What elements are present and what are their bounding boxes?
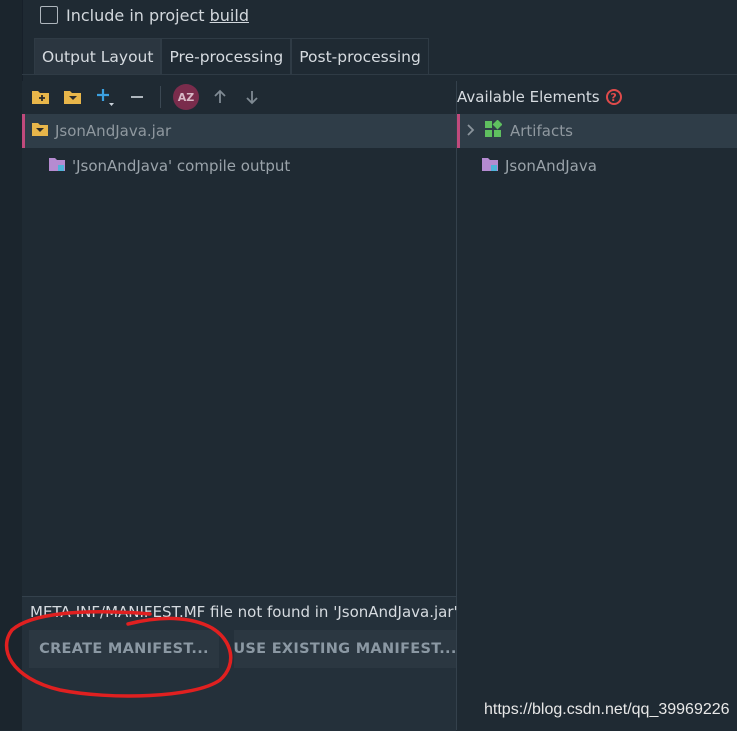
include-in-build-label: Include in project build [66, 5, 249, 25]
module-folder-icon [481, 156, 499, 176]
layout-toolbar: AZ [22, 81, 456, 113]
include-in-build-row[interactable]: Include in project build [40, 4, 249, 26]
move-up-icon[interactable] [209, 86, 231, 108]
tree-item-module-label: JsonAndJava [505, 157, 597, 175]
chevron-right-icon[interactable] [466, 122, 476, 140]
tree-item-compile-output-label: 'JsonAndJava' compile output [72, 157, 291, 175]
manifest-missing-message: META-INF/MANIFEST.MF file not found in '… [30, 603, 458, 621]
move-down-icon[interactable] [241, 86, 263, 108]
tab-output-layout[interactable]: Output Layout [34, 38, 162, 74]
archive-folder-icon [31, 121, 49, 141]
create-manifest-button[interactable]: CREATE MANIFEST... [29, 630, 219, 668]
remove-icon[interactable] [126, 86, 148, 108]
left-gutter [0, 0, 23, 730]
module-folder-icon [48, 156, 66, 176]
watermark-text: https://blog.csdn.net/qq_39969226 [484, 701, 730, 718]
toolbar-separator [160, 86, 161, 108]
archive-icon[interactable] [62, 86, 84, 108]
sort-az-icon[interactable]: AZ [173, 84, 199, 110]
tree-item-artifacts[interactable]: Artifacts [457, 114, 737, 148]
tab-strip: Output Layout Pre-processing Post-proces… [34, 38, 429, 74]
tree-item-module[interactable]: JsonAndJava [481, 149, 597, 183]
tab-post-processing[interactable]: Post-processing [291, 38, 429, 74]
manifest-area: META-INF/MANIFEST.MF file not found in '… [22, 596, 458, 731]
tree-item-compile-output[interactable]: 'JsonAndJava' compile output [48, 149, 290, 183]
tree-item-jar-label: JsonAndJava.jar [55, 122, 172, 140]
available-elements-header: Available Elements ? [457, 81, 622, 113]
tree-item-jar[interactable]: JsonAndJava.jar [22, 114, 456, 148]
tree-item-artifacts-label: Artifacts [510, 122, 573, 140]
tabs-divider [22, 74, 737, 75]
available-elements-panel: Available Elements ? Artifacts JsonAndJa… [457, 81, 737, 730]
add-icon[interactable] [94, 86, 116, 108]
include-in-build-checkbox[interactable] [40, 6, 58, 24]
new-folder-icon[interactable] [30, 86, 52, 108]
use-existing-manifest-button[interactable]: USE EXISTING MANIFEST... [233, 630, 456, 668]
artifacts-icon [484, 119, 503, 142]
help-icon[interactable]: ? [605, 89, 622, 105]
available-elements-title: Available Elements [457, 88, 600, 106]
tab-pre-processing[interactable]: Pre-processing [161, 38, 292, 74]
